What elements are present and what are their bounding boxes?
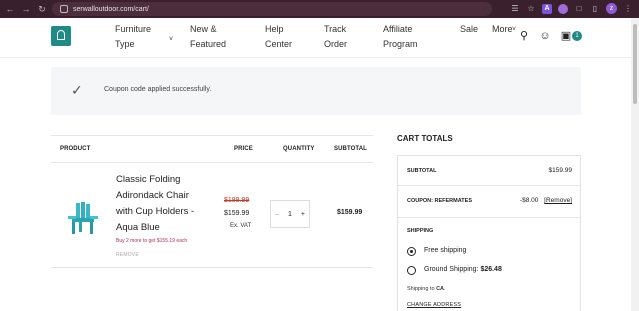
check-icon: ✓ (71, 82, 83, 98)
reload-icon[interactable]: ↻ (36, 3, 48, 15)
sale-price: $159.99 (224, 210, 250, 217)
free-shipping-radio[interactable] (407, 247, 416, 256)
product-name-link[interactable]: Classic Folding Adirondack Chair with Cu… (116, 172, 206, 236)
coupon-discount: -$8.00 (519, 197, 539, 204)
logo-mark-icon (57, 30, 65, 40)
ground-shipping-price: $26.48 (480, 266, 502, 273)
site-info-icon[interactable] (60, 5, 68, 13)
forward-icon[interactable]: → (20, 3, 32, 15)
nav-sale[interactable]: Sale (460, 22, 478, 37)
shipping-to-label: Shipping to (407, 286, 435, 292)
browser-toolbar: ← → ↻ serwalloutdoor.com/cart/ ☰ ☆ A □ ▯… (0, 0, 639, 18)
site-header: Furniture Type ˅ New & Featured Help Cen… (0, 18, 631, 58)
site-logo[interactable] (51, 26, 71, 46)
change-address-link[interactable]: CHANGE ADDRESS (407, 302, 461, 308)
profile-avatar[interactable]: z (606, 3, 617, 14)
subtotal-row: SUBTOTAL $159.99 (398, 156, 580, 186)
coupon-label: COUPON: REFERMATES (407, 198, 472, 204)
coupon-row: COUPON: REFERMATES -$8.00 [Remove] (398, 186, 580, 218)
side-panel-icon[interactable]: ▯ (590, 4, 600, 14)
nav-label: Furniture (115, 24, 152, 34)
original-price: $189.99 (224, 197, 250, 204)
page-scrollbar[interactable] (631, 18, 639, 311)
nav-label: Sale (460, 24, 479, 34)
remove-coupon-link[interactable]: [Remove] (544, 197, 572, 204)
nav-label: Center (265, 39, 293, 49)
nav-affiliate-program[interactable]: Affiliate Program (383, 22, 418, 52)
free-shipping-label[interactable]: Free shipping (424, 247, 466, 254)
table-row: Classic Folding Adirondack Chair with Cu… (51, 163, 373, 268)
quantity-stepper: – 1 + (270, 200, 310, 228)
table-header: PRODUCT PRICE QUANTITY SUBTOTAL (51, 135, 373, 163)
notice-message: Coupon code applied successfully. (104, 86, 212, 93)
nav-label: Program (383, 39, 418, 49)
product-image[interactable] (64, 200, 100, 236)
cart-count-badge: 1 (572, 31, 582, 41)
cart-totals-panel: SUBTOTAL $159.99 COUPON: REFERMATES -$8.… (397, 155, 581, 311)
nav-label: Affiliate (383, 24, 413, 34)
nav-more[interactable]: More (492, 22, 513, 37)
browser-menu-icon[interactable]: ⋮ (623, 4, 633, 14)
account-icon[interactable]: ☺ (539, 30, 551, 42)
back-icon[interactable]: ← (4, 3, 16, 15)
nav-label: Type (115, 39, 135, 49)
decrease-quantity-button[interactable]: – (275, 211, 279, 218)
browser-actions: ☰ ☆ A □ ▯ z ⋮ (510, 3, 633, 14)
col-subtotal: SUBTOTAL (334, 146, 367, 152)
nav-new-featured[interactable]: New & Featured (190, 22, 226, 52)
nav-label: New & (190, 24, 217, 34)
search-icon[interactable]: ⚲ (518, 30, 530, 42)
nav-label: Featured (190, 39, 227, 49)
nav-label: More (492, 24, 513, 34)
bookmark-star-icon[interactable]: ☆ (526, 4, 536, 14)
shipping-to-place: CA (436, 286, 445, 292)
tax-note: Ex. VAT (230, 223, 252, 229)
col-price: PRICE (234, 146, 253, 152)
url-text: serwalloutdoor.com/cart/ (73, 5, 149, 13)
quantity-input[interactable]: 1 (288, 211, 292, 218)
cart-table: PRODUCT PRICE QUANTITY SUBTOTAL Classic … (51, 135, 373, 268)
ground-shipping-option[interactable]: Ground Shipping: $26.48 (424, 266, 502, 273)
remove-item-link[interactable]: REMOVE (116, 252, 139, 258)
nav-furniture-type[interactable]: Furniture Type (115, 22, 151, 52)
nav-label: Help (265, 24, 284, 34)
subtotal-value: $159.99 (548, 167, 573, 174)
col-quantity: QUANTITY (283, 146, 315, 152)
coupon-value-wrap: -$8.00 [Remove] (520, 197, 572, 204)
chevron-down-icon[interactable]: ˅ (169, 32, 173, 47)
shipping-destination: Shipping to CA. (407, 286, 446, 292)
nav-track-order[interactable]: Track Order (324, 22, 347, 52)
address-bar[interactable]: serwalloutdoor.com/cart/ (52, 2, 492, 16)
nav-help-center[interactable]: Help Center (265, 22, 292, 52)
extensions-puzzle-icon[interactable]: □ (574, 4, 584, 14)
subtotal-label: SUBTOTAL (407, 168, 437, 174)
increase-quantity-button[interactable]: + (301, 211, 305, 218)
bulk-promo-text: Buy 2 more to get $155.19 each (116, 238, 188, 244)
nav-label: Order (324, 39, 348, 49)
extension-icon[interactable] (558, 3, 568, 14)
chevron-down-icon[interactable]: ˅ (512, 22, 516, 37)
cart-totals-title: CART TOTALS (397, 134, 453, 143)
line-subtotal: $159.99 (337, 209, 363, 216)
coupon-notice: ✓ Coupon code applied successfully. (51, 67, 581, 115)
ground-shipping-radio[interactable] (407, 266, 416, 275)
shipping-label: SHIPPING (407, 228, 434, 234)
cart-icon[interactable]: ▣ (560, 30, 572, 42)
extension-a-icon[interactable]: A (542, 3, 552, 14)
nav-label: Track (324, 24, 347, 34)
col-product: PRODUCT (60, 146, 91, 152)
ground-shipping-label: Ground Shipping: (424, 266, 479, 273)
translate-icon[interactable]: ☰ (510, 4, 520, 14)
scroll-thumb[interactable] (633, 24, 637, 104)
